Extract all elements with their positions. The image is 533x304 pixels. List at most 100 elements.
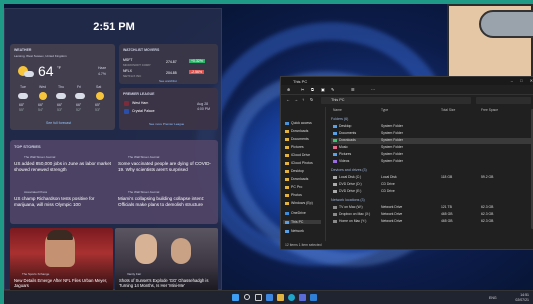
row-name: Local Disk (C:): [339, 175, 362, 179]
col-free[interactable]: Free Space: [481, 108, 498, 112]
folder-row[interactable]: Pictures System Folder: [331, 152, 533, 158]
nav-item[interactable]: Photos: [285, 193, 302, 197]
mail-icon[interactable]: [310, 294, 317, 301]
view-icon[interactable]: ☰: [351, 87, 355, 92]
folder-row[interactable]: Desktop System Folder: [331, 124, 533, 130]
photo-headline[interactable]: New Details Emerge After NFL Files Urban…: [14, 278, 110, 288]
weather-title: WEATHER: [14, 48, 32, 52]
nav-item[interactable]: PC Pro: [285, 185, 302, 189]
row-type: System Folder: [381, 124, 403, 128]
drive-row[interactable]: Local Disk (C:) Local Disk 118 GB 59.2 GB: [331, 175, 533, 181]
nav-item[interactable]: Network: [285, 229, 304, 233]
row-type: System Folder: [381, 145, 403, 149]
nav-item[interactable]: Quick access: [285, 121, 312, 125]
person-photo: [171, 238, 191, 264]
group-network[interactable]: Network locations (3): [331, 198, 365, 202]
minimize-button[interactable]: –: [511, 78, 513, 83]
nav-item[interactable]: iCloud Photos: [285, 161, 313, 165]
nav-item[interactable]: Downloads: [285, 177, 308, 181]
copy-icon[interactable]: ⧉: [311, 87, 314, 92]
nav-item[interactable]: Pictures: [285, 145, 304, 149]
store-icon[interactable]: [299, 294, 306, 301]
sports-link[interactable]: See more Premier League: [149, 122, 184, 126]
widgets-panel: 2:51 PM WEATHER Lansing, West Sussex, Un…: [4, 8, 222, 290]
row-free: 62.3 GB: [481, 212, 494, 216]
news-headline[interactable]: Miami's collapsing building collapse int…: [118, 196, 216, 208]
clock[interactable]: 14:51 02/07/21: [515, 293, 529, 302]
folder-row[interactable]: Videos System Folder: [331, 159, 533, 165]
news-headline[interactable]: US champ Richardson tests positive for m…: [14, 196, 112, 208]
nav-item[interactable]: Downloads: [285, 129, 308, 133]
nav-label: Photos: [291, 193, 302, 197]
address-bar[interactable]: This PC: [321, 97, 471, 104]
stocks-link[interactable]: See watchlist: [159, 79, 177, 83]
group-drives[interactable]: Devices and drives (3): [331, 168, 367, 172]
widgets-icon[interactable]: [266, 294, 273, 301]
news-headline[interactable]: US added 850,000 jobs in June as labor m…: [14, 161, 112, 173]
refresh-icon[interactable]: ↻: [310, 97, 313, 102]
row-name: Downloads: [339, 138, 356, 142]
weather-cond: Haze: [98, 66, 107, 70]
edge-icon[interactable]: [288, 294, 295, 301]
network-row[interactable]: TV on Mac (W:) Network Drive 121 TB 62.3 GB: [331, 205, 533, 211]
photo-headline[interactable]: Shots of Sunset's Explode 'GG' Ghassehad…: [119, 278, 215, 288]
stock-change: -2.56%: [189, 70, 205, 74]
cut-icon[interactable]: ✂: [301, 87, 304, 92]
network-row[interactable]: Home on Mac (Y:) Network Drive 465 GB 62.3 …: [331, 219, 533, 225]
nav-item[interactable]: Desktop: [285, 169, 304, 173]
nav-item[interactable]: iCloud Drive: [285, 153, 310, 157]
col-total[interactable]: Total Size: [441, 108, 455, 112]
paste-icon[interactable]: ▣: [321, 87, 325, 92]
group-folders[interactable]: Folders (6): [331, 117, 348, 121]
row-type: CD Drive: [381, 189, 395, 193]
photo-story-card[interactable]: Vanity Fair Shots of Sunset's Explode 'G…: [115, 228, 218, 290]
back-icon[interactable]: ←: [286, 97, 290, 102]
drive-icon: [333, 175, 337, 179]
day-name: Tue: [20, 85, 26, 89]
col-name[interactable]: Name: [333, 108, 342, 112]
weather-card[interactable]: WEATHER Lansing, West Sussex, United Kin…: [10, 44, 115, 130]
nav-item[interactable]: Windows (Ep): [285, 201, 313, 205]
task-view-icon[interactable]: [255, 294, 262, 301]
search-icon[interactable]: [244, 294, 250, 300]
photo-story-card[interactable]: The Sports Xchange New Details Emerge Af…: [10, 228, 113, 290]
nav-item[interactable]: Documents: [285, 137, 309, 141]
up-icon[interactable]: ↑: [302, 97, 304, 102]
day-lo: 53°: [95, 108, 101, 112]
sun-icon: [96, 92, 104, 100]
start-icon[interactable]: [232, 294, 239, 301]
rename-icon[interactable]: ✎: [331, 87, 334, 92]
day-lo: 54°: [38, 108, 44, 112]
news-headline[interactable]: Some vaccinated people are dying of COVI…: [118, 161, 216, 173]
nav-label: Windows (Ep): [291, 201, 313, 205]
nav-item-selected[interactable]: This PC: [283, 220, 321, 224]
maximize-button[interactable]: □: [520, 78, 522, 83]
col-type[interactable]: Type: [381, 108, 388, 112]
day-hi: 66°: [57, 103, 63, 107]
drive-row[interactable]: DVD Drive (E:) CD Drive: [331, 189, 533, 195]
day-hi: 66°: [76, 103, 82, 107]
search-input[interactable]: [476, 97, 531, 104]
folder-icon: [333, 145, 337, 149]
forward-icon[interactable]: →: [294, 97, 298, 102]
weather-forecast-link[interactable]: See full forecast: [46, 121, 71, 125]
folder-icon: [333, 159, 337, 163]
network-row[interactable]: Dropbox on Mac (X:) Network Drive 465 GB 62…: [331, 212, 533, 218]
stocks-card[interactable]: WATCHLIST MOVERS MSFT MICROSOFT CORP 274…: [119, 44, 218, 84]
close-button[interactable]: ✕: [530, 78, 533, 83]
folder-row-selected[interactable]: Downloads System Folder: [331, 138, 533, 144]
row-name: Pictures: [339, 152, 352, 156]
new-icon[interactable]: ⊕: [287, 87, 290, 92]
row-name: DVD Drive (D:): [339, 182, 362, 186]
address-row: ← → ↑ ↻ This PC: [281, 96, 533, 106]
more-icon[interactable]: ···: [371, 87, 375, 92]
folder-row[interactable]: Music System Folder: [331, 145, 533, 151]
weather-precip: 4.7%: [98, 72, 106, 76]
file-explorer-icon[interactable]: [277, 294, 284, 301]
desktop: 2:51 PM WEATHER Lansing, West Sussex, Un…: [4, 4, 533, 290]
folder-row[interactable]: Documents System Folder: [331, 131, 533, 137]
nav-item[interactable]: OneDrive: [285, 211, 306, 215]
sports-card[interactable]: PREMIER LEAGUE West Ham Crystal Palace A…: [119, 88, 218, 130]
tray-lang[interactable]: ENG: [489, 296, 497, 300]
drive-row[interactable]: DVD Drive (D:) CD Drive: [331, 182, 533, 188]
